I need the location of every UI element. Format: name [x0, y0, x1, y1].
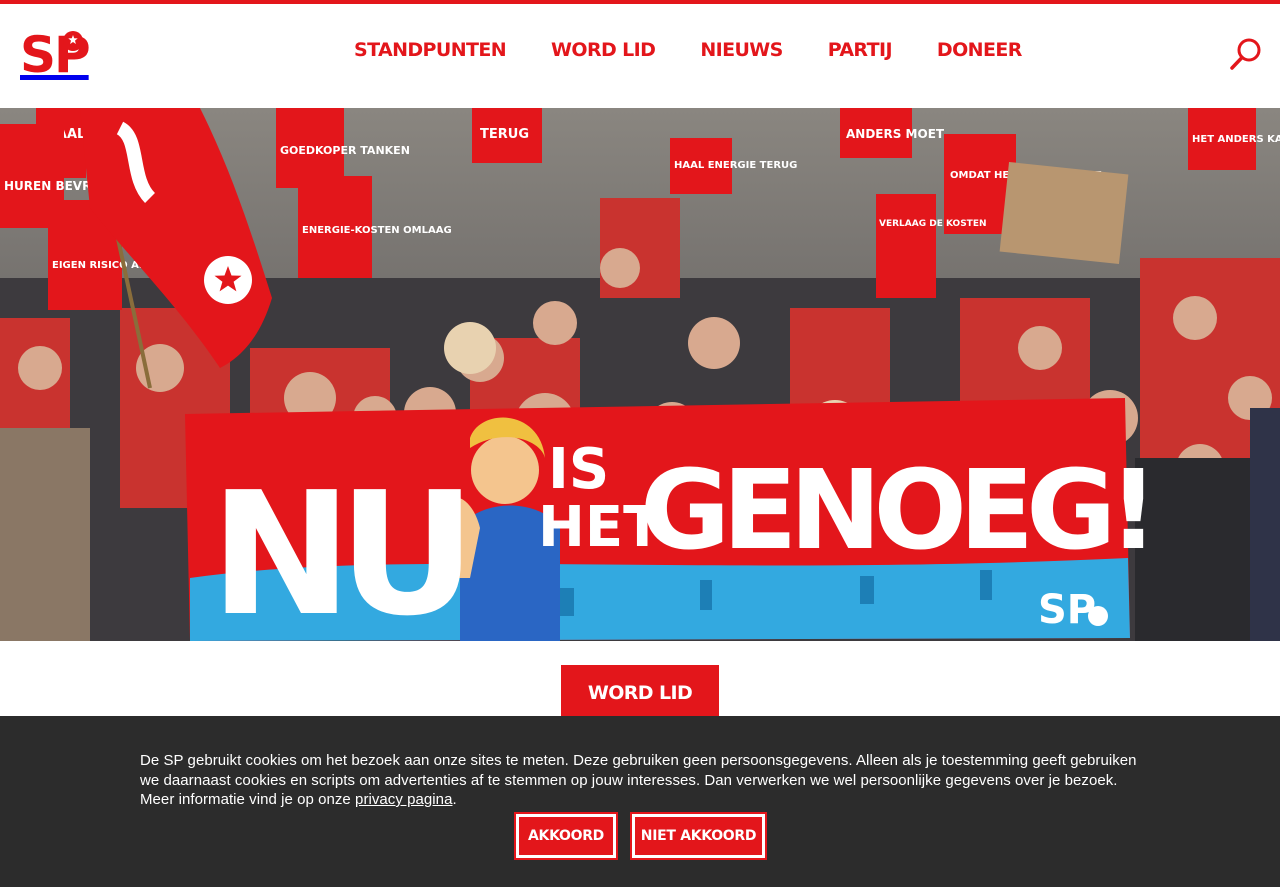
banner-word-nu: NU [210, 456, 462, 641]
cookie-buttons: AKKOORD NIET AKKOORD [514, 812, 767, 860]
sign-text: GOEDKOPER TANKEN [280, 144, 410, 157]
tomato-icon [63, 31, 83, 51]
cookie-message-end: . [452, 791, 457, 808]
word-lid-button[interactable]: WORD LID [561, 665, 719, 721]
cookie-consent-bar: De SP gebruikt cookies om het bezoek aan… [0, 716, 1280, 887]
nav-item-doneer[interactable]: DONEER [937, 37, 1022, 63]
banner-word-genoeg: GENOEG! [640, 446, 1151, 574]
nav-item-word-lid[interactable]: WORD LID [551, 37, 656, 63]
banner-word-is: IS [548, 437, 609, 502]
hero-photo: HAAL HUREN BEVRIEZEN GOEDKOPER TANKEN EN… [0, 108, 1280, 641]
nav-item-nieuws[interactable]: NIEUWS [700, 37, 783, 63]
cookie-message-text: De SP gebruikt cookies om het bezoek aan… [140, 752, 1137, 808]
sign-text: TERUG [480, 127, 529, 142]
cookie-accept-button[interactable]: AKKOORD [514, 812, 618, 860]
sign-text: VERLAAG DE KOSTEN [879, 219, 987, 229]
banner-nu-is-het-genoeg: NU IS HET GENOEG! SP [185, 398, 1159, 641]
search-icon[interactable] [1228, 36, 1264, 72]
banner-sp-logo: SP [1038, 587, 1096, 633]
cookie-decline-button[interactable]: NIET AKKOORD [630, 812, 767, 860]
cta-section: WORD LID [0, 641, 1280, 721]
sign-text: HET ANDERS KAN [1192, 134, 1280, 145]
nav-item-partij[interactable]: PARTIJ [828, 37, 893, 63]
cookie-message: De SP gebruikt cookies om het bezoek aan… [140, 751, 1140, 810]
nav-item-standpunten[interactable]: STANDPUNTEN [354, 37, 507, 63]
protest-crowd-illustration: HAAL HUREN BEVRIEZEN GOEDKOPER TANKEN EN… [0, 108, 1280, 641]
sign-text: ANDERS MOET [846, 127, 945, 141]
sign-text: ENERGIE-KOSTEN OMLAAG [302, 225, 452, 236]
main-navigation: STANDPUNTEN WORD LID NIEUWS PARTIJ DONEE… [354, 37, 1067, 63]
site-header: SP STANDPUNTEN WORD LID NIEUWS PARTIJ DO… [0, 4, 1280, 108]
sign-text: HAAL ENERGIE TERUG [674, 160, 797, 171]
privacy-page-link[interactable]: privacy pagina [355, 791, 452, 808]
